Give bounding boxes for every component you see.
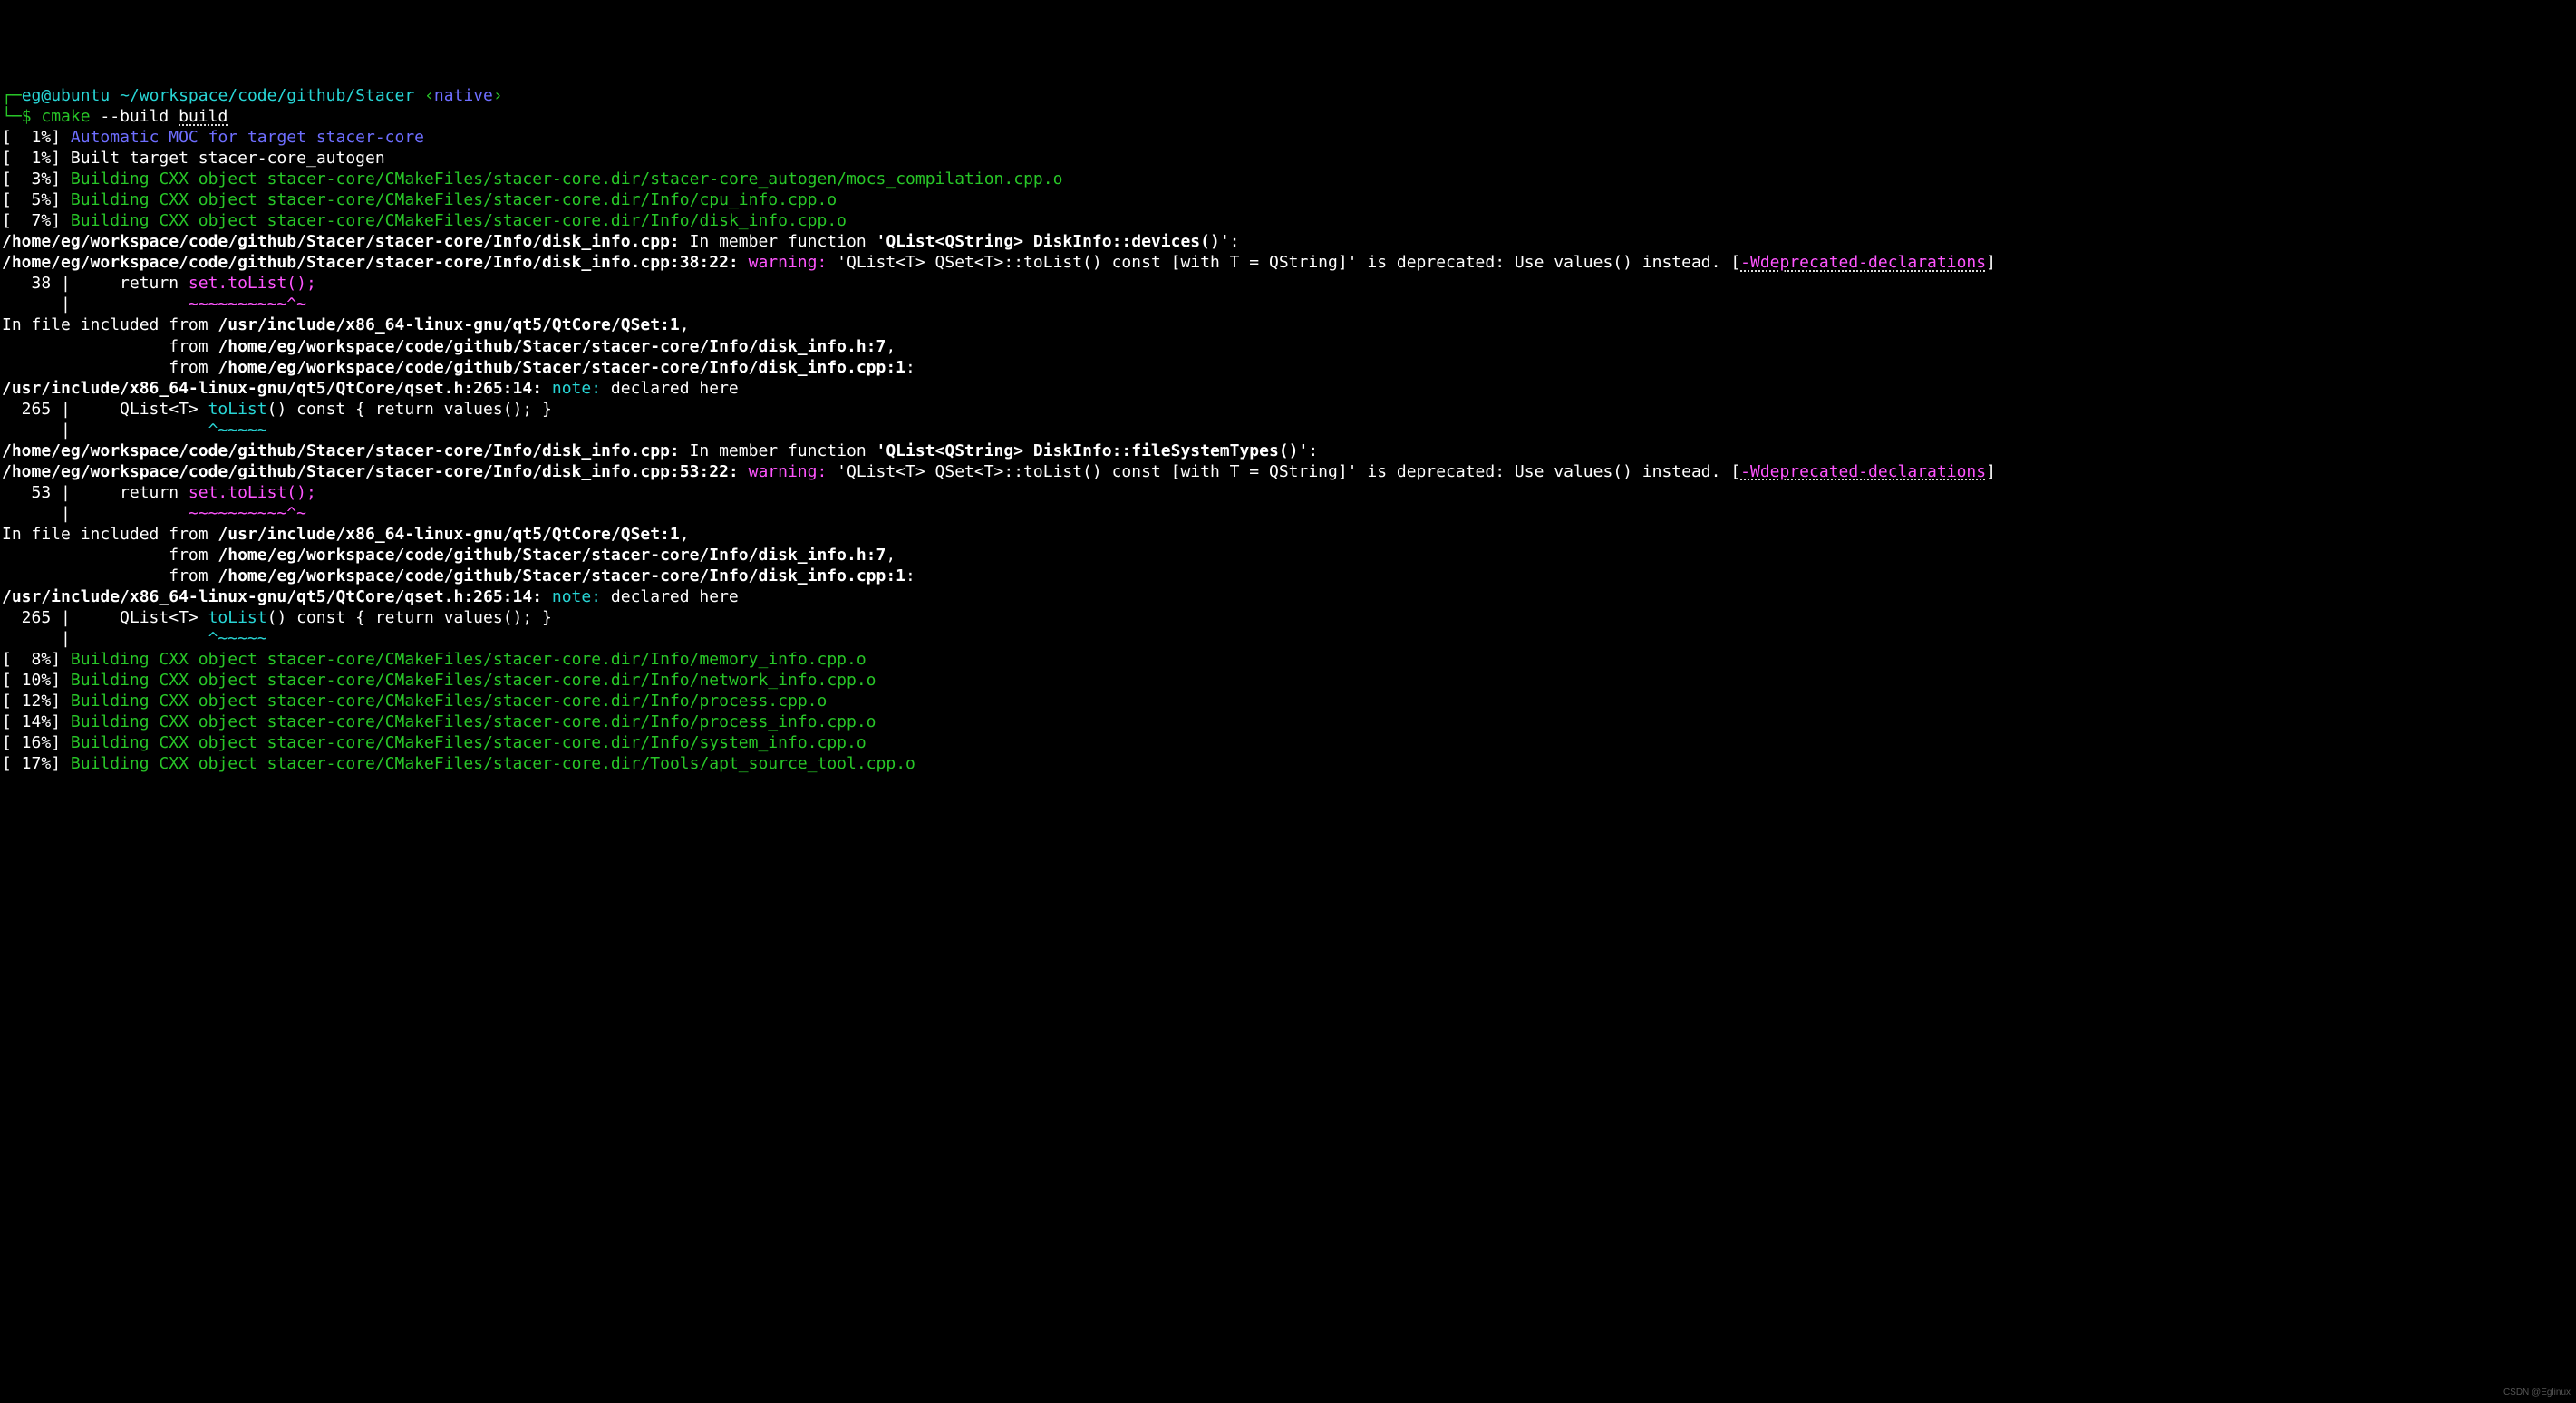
- terminal-line: 265 | QList<T> toList() const { return v…: [2, 607, 2576, 628]
- terminal-line: ┌─eg@ubuntu ~/workspace/code/github/Stac…: [2, 85, 2576, 106]
- terminal-line: [ 3%] Building CXX object stacer-core/CM…: [2, 169, 2576, 189]
- terminal-line: /home/eg/workspace/code/github/Stacer/st…: [2, 440, 2576, 461]
- terminal-line: [ 5%] Building CXX object stacer-core/CM…: [2, 189, 2576, 210]
- terminal-line: /usr/include/x86_64-linux-gnu/qt5/QtCore…: [2, 586, 2576, 607]
- watermark: CSDN @Eglinux: [2503, 1388, 2571, 1399]
- terminal-line: from /home/eg/workspace/code/github/Stac…: [2, 336, 2576, 357]
- terminal-line: [ 12%] Building CXX object stacer-core/C…: [2, 691, 2576, 711]
- terminal-line: 38 | return set.toList();: [2, 273, 2576, 294]
- terminal-line: [ 1%] Built target stacer-core_autogen: [2, 148, 2576, 169]
- terminal-line: 53 | return set.toList();: [2, 482, 2576, 503]
- terminal-line: | ~~~~~~~~~~^~: [2, 503, 2576, 524]
- terminal-line: [ 10%] Building CXX object stacer-core/C…: [2, 670, 2576, 691]
- terminal-output[interactable]: ┌─eg@ubuntu ~/workspace/code/github/Stac…: [2, 85, 2576, 774]
- terminal-line: [ 16%] Building CXX object stacer-core/C…: [2, 732, 2576, 753]
- terminal-line: [ 14%] Building CXX object stacer-core/C…: [2, 711, 2576, 732]
- terminal-line: In file included from /usr/include/x86_6…: [2, 524, 2576, 545]
- terminal-line: [ 7%] Building CXX object stacer-core/CM…: [2, 210, 2576, 231]
- terminal-line: | ^~~~~~: [2, 420, 2576, 440]
- terminal-line: from /home/eg/workspace/code/github/Stac…: [2, 566, 2576, 586]
- terminal-line: [ 8%] Building CXX object stacer-core/CM…: [2, 649, 2576, 670]
- terminal-line: 265 | QList<T> toList() const { return v…: [2, 399, 2576, 420]
- terminal-line: /home/eg/workspace/code/github/Stacer/st…: [2, 231, 2576, 252]
- terminal-line: └─$ cmake --build build: [2, 106, 2576, 127]
- terminal-line: [ 17%] Building CXX object stacer-core/C…: [2, 753, 2576, 774]
- terminal-line: from /home/eg/workspace/code/github/Stac…: [2, 545, 2576, 566]
- terminal-line: from /home/eg/workspace/code/github/Stac…: [2, 357, 2576, 378]
- terminal-line: /usr/include/x86_64-linux-gnu/qt5/QtCore…: [2, 378, 2576, 399]
- terminal-line: | ^~~~~~: [2, 628, 2576, 649]
- terminal-line: [ 1%] Automatic MOC for target stacer-co…: [2, 127, 2576, 148]
- terminal-line: In file included from /usr/include/x86_6…: [2, 314, 2576, 335]
- terminal-line: | ~~~~~~~~~~^~: [2, 294, 2576, 314]
- terminal-line: /home/eg/workspace/code/github/Stacer/st…: [2, 252, 2576, 273]
- terminal-line: /home/eg/workspace/code/github/Stacer/st…: [2, 461, 2576, 482]
